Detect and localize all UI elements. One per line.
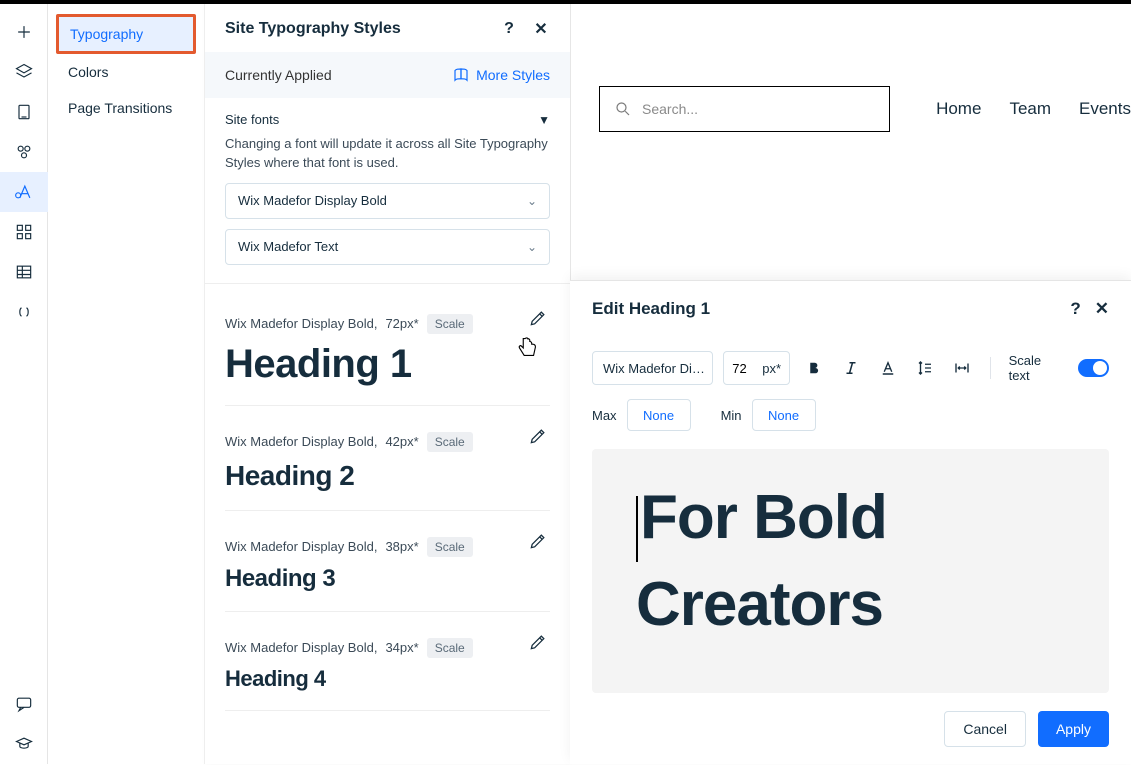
style-preview-text: Heading 1: [225, 342, 550, 387]
currently-applied-label: Currently Applied: [225, 67, 332, 83]
nav-link-events[interactable]: Events: [1079, 99, 1131, 119]
font-select-body[interactable]: Wix Madefor Text ⌄: [225, 229, 550, 265]
style-list[interactable]: Wix Madefor Display Bold, 72px* Scale He…: [205, 284, 570, 764]
scale-badge: Scale: [427, 314, 473, 334]
help-icon[interactable]: ?: [500, 20, 518, 38]
style-preview-text: Heading 2: [225, 460, 550, 492]
scale-badge: Scale: [427, 537, 473, 557]
hand-cursor-pointer-icon: [512, 332, 542, 362]
scale-text-toggle[interactable]: [1078, 359, 1109, 377]
panel-header: Site Typography Styles ? ✕: [205, 4, 570, 52]
typography-panel: Site Typography Styles ? ✕ Currently App…: [204, 4, 570, 764]
edit-heading-panel: Edit Heading 1 ? ✕ Wix Madefor Di… ⌄ px*: [570, 280, 1131, 764]
style-font: Wix Madefor Display Bold,: [225, 434, 377, 449]
data-icon[interactable]: [0, 252, 48, 292]
scale-badge: Scale: [427, 432, 473, 452]
style-size: 72px*: [385, 316, 418, 331]
theme-icon[interactable]: [0, 172, 48, 212]
panel-title: Site Typography Styles: [225, 20, 401, 38]
search-placeholder: Search...: [642, 101, 698, 117]
search-icon: [614, 100, 632, 118]
site-fonts-description: Changing a font will update it across al…: [225, 135, 550, 173]
min-input[interactable]: None: [752, 399, 816, 431]
style-item-heading-1[interactable]: Wix Madefor Display Bold, 72px* Scale He…: [225, 288, 550, 406]
close-icon[interactable]: ✕: [532, 20, 550, 38]
edit-panel-header: Edit Heading 1 ? ✕: [570, 281, 1131, 337]
scale-badge: Scale: [427, 638, 473, 658]
max-label: Max: [592, 408, 617, 423]
more-styles-link[interactable]: More Styles: [452, 66, 550, 84]
site-fonts-collapse-caret[interactable]: ▼: [538, 113, 550, 127]
font-select-heading-value: Wix Madefor Display Bold: [238, 193, 387, 208]
min-label: Min: [721, 408, 742, 423]
learn-icon[interactable]: [0, 724, 48, 764]
max-input[interactable]: None: [627, 399, 691, 431]
preview-heading-text[interactable]: For Bold Creators: [636, 475, 1065, 649]
style-font: Wix Madefor Display Bold,: [225, 539, 377, 554]
close-icon[interactable]: ✕: [1095, 299, 1109, 319]
min-max-row: Max None Min None: [570, 399, 1131, 449]
text-color-icon[interactable]: [874, 353, 901, 383]
design-menu: Typography Colors Page Transitions: [48, 4, 204, 764]
edit-pencil-icon[interactable]: [528, 426, 550, 448]
bold-icon[interactable]: [800, 353, 827, 383]
code-icon[interactable]: [0, 292, 48, 332]
edit-pencil-icon[interactable]: [528, 308, 550, 330]
font-select-heading[interactable]: Wix Madefor Display Bold ⌄: [225, 183, 550, 219]
layers-icon[interactable]: [0, 52, 48, 92]
font-size-value[interactable]: [732, 361, 758, 376]
currently-applied-row: Currently Applied More Styles: [205, 52, 570, 98]
design-item-colors[interactable]: Colors: [56, 54, 196, 90]
style-font: Wix Madefor Display Bold,: [225, 316, 377, 331]
text-caret: [636, 496, 638, 562]
text-preview: For Bold Creators: [592, 449, 1109, 693]
chevron-down-icon: ⌄: [527, 194, 537, 208]
cancel-button[interactable]: Cancel: [944, 711, 1026, 747]
components-icon[interactable]: [0, 132, 48, 172]
letter-spacing-icon[interactable]: [949, 353, 976, 383]
preview-heading-value: For Bold Creators: [636, 483, 887, 639]
style-size: 42px*: [385, 434, 418, 449]
site-nav: Search... Home Team Events: [599, 84, 1131, 134]
line-height-icon[interactable]: [911, 353, 938, 383]
font-size-unit: px*: [762, 361, 781, 376]
design-item-typography[interactable]: Typography: [56, 14, 196, 54]
style-item-heading-2[interactable]: Wix Madefor Display Bold, 42px* Scale He…: [225, 406, 550, 511]
font-family-select[interactable]: Wix Madefor Di… ⌄: [592, 351, 713, 385]
scale-text-label: Scale text: [1009, 353, 1061, 383]
apply-button[interactable]: Apply: [1038, 711, 1109, 747]
edit-pencil-icon[interactable]: [528, 632, 550, 654]
nav-link-home[interactable]: Home: [936, 99, 981, 119]
page-icon[interactable]: [0, 92, 48, 132]
site-fonts-label: Site fonts: [225, 112, 279, 127]
style-item-heading-3[interactable]: Wix Madefor Display Bold, 38px* Scale He…: [225, 511, 550, 612]
style-size: 38px*: [385, 539, 418, 554]
italic-icon[interactable]: [837, 353, 864, 383]
left-toolbar: [0, 4, 48, 764]
separator: [990, 357, 991, 379]
nav-link-team[interactable]: Team: [1009, 99, 1051, 119]
font-family-value: Wix Madefor Di…: [603, 361, 705, 376]
edit-toolbar: Wix Madefor Di… ⌄ px* Scale text: [570, 337, 1131, 399]
comments-icon[interactable]: [0, 684, 48, 724]
site-fonts-section: Site fonts ▼ Changing a font will update…: [205, 98, 570, 284]
font-select-body-value: Wix Madefor Text: [238, 239, 338, 254]
edit-footer: Cancel Apply: [570, 693, 1131, 765]
font-size-input[interactable]: px*: [723, 351, 790, 385]
nav-links: Home Team Events: [936, 99, 1131, 119]
add-icon[interactable]: [0, 12, 48, 52]
style-size: 34px*: [385, 640, 418, 655]
edit-pencil-icon[interactable]: [528, 531, 550, 553]
search-input[interactable]: Search...: [599, 86, 890, 132]
apps-icon[interactable]: [0, 212, 48, 252]
help-icon[interactable]: ?: [1070, 299, 1080, 319]
chevron-down-icon: ⌄: [527, 240, 537, 254]
style-preview-text: Heading 3: [225, 565, 550, 593]
more-styles-label: More Styles: [476, 67, 550, 83]
style-font: Wix Madefor Display Bold,: [225, 640, 377, 655]
style-item-heading-4[interactable]: Wix Madefor Display Bold, 34px* Scale He…: [225, 612, 550, 711]
design-item-page-transitions[interactable]: Page Transitions: [56, 90, 196, 126]
edit-panel-title: Edit Heading 1: [592, 299, 710, 319]
style-preview-text: Heading 4: [225, 666, 550, 692]
